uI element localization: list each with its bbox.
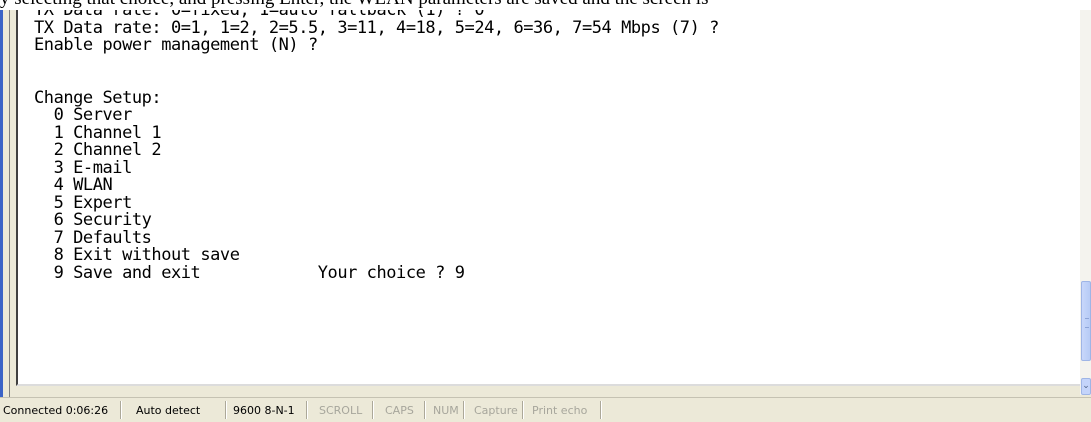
terminal-line: Enable power management (N) ?	[34, 35, 318, 55]
status-divider	[424, 401, 426, 419]
terminal-line: Change Setup:	[34, 87, 162, 108]
terminal-line: 9 Save and exit Your choice ? 9	[34, 262, 465, 283]
terminal-screen[interactable]: TX Data rate: 0=fixed, 1=auto fallback (…	[16, 10, 1082, 386]
status-divider	[463, 401, 465, 419]
status-divider	[306, 401, 308, 419]
window-accent-stripe	[0, 10, 3, 397]
terminal-line: 3 E-mail	[34, 157, 133, 178]
status-divider	[120, 401, 122, 419]
status-divider	[372, 401, 374, 419]
status-caps: CAPS	[385, 404, 414, 417]
status-divider	[225, 401, 227, 419]
terminal-output: TX Data rate: 0=fixed, 1=auto fallback (…	[34, 10, 719, 282]
vertical-scrollbar[interactable]: ⌄	[1080, 10, 1091, 395]
status-detect: Auto detect	[136, 404, 201, 417]
document-text-fragment: y selecting that choice, and pressing En…	[0, 0, 1091, 10]
terminal-line: 2 Channel 2	[34, 140, 162, 160]
terminal-line: 8 Exit without save	[34, 245, 240, 265]
thumb-grip-icon	[1085, 318, 1089, 328]
terminal-line: 6 Security	[34, 210, 152, 230]
status-port: 9600 8-N-1	[233, 404, 295, 417]
status-capture: Capture	[474, 404, 518, 417]
document-sentence: y selecting that choice, and pressing En…	[0, 0, 708, 10]
terminal-line: 0 Server	[34, 105, 133, 125]
hyperterminal-window: TX Data rate: 0=fixed, 1=auto fallback (…	[0, 10, 1091, 397]
status-divider	[522, 401, 524, 419]
status-divider	[600, 401, 602, 419]
status-print-echo: Print echo	[532, 404, 588, 417]
status-num: NUM	[433, 404, 459, 417]
terminal-line: 4 WLAN	[34, 175, 113, 195]
status-bar: Connected 0:06:26 Auto detect 9600 8-N-1…	[0, 397, 1091, 422]
scrollbar-thumb[interactable]	[1081, 281, 1091, 361]
scroll-down-arrow[interactable]: ⌄	[1081, 378, 1091, 395]
window-left-border	[0, 10, 10, 397]
status-connected: Connected 0:06:26	[3, 404, 109, 417]
status-scroll: SCROLL	[319, 404, 363, 417]
